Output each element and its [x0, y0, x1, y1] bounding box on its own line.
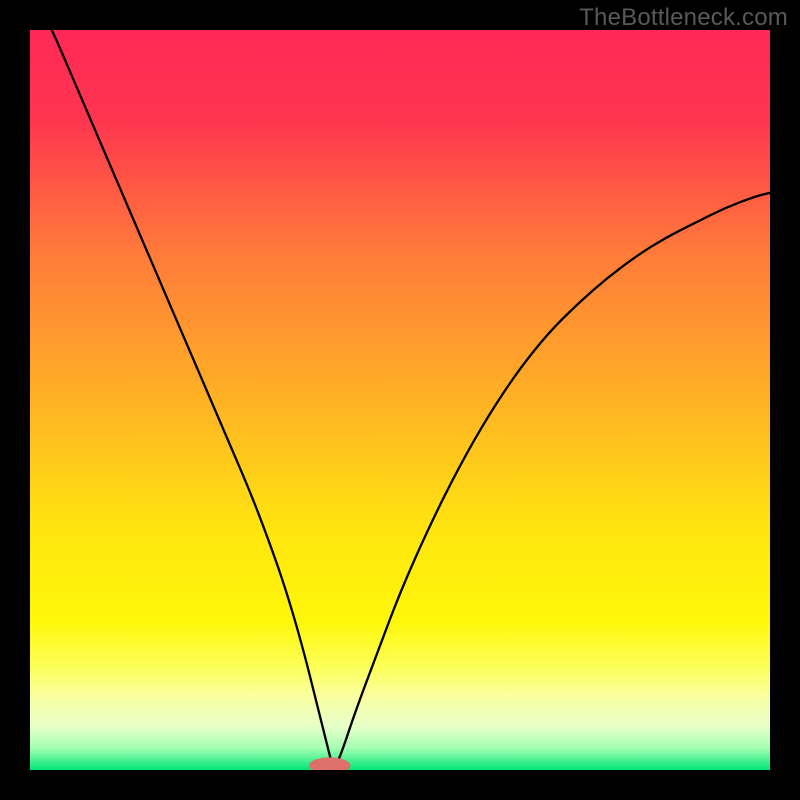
watermark-text: TheBottleneck.com: [579, 4, 788, 32]
bottleneck-chart: [30, 30, 770, 770]
chart-container: TheBottleneck.com: [0, 0, 800, 800]
plot-area: [30, 30, 770, 770]
gradient-background: [30, 30, 770, 770]
